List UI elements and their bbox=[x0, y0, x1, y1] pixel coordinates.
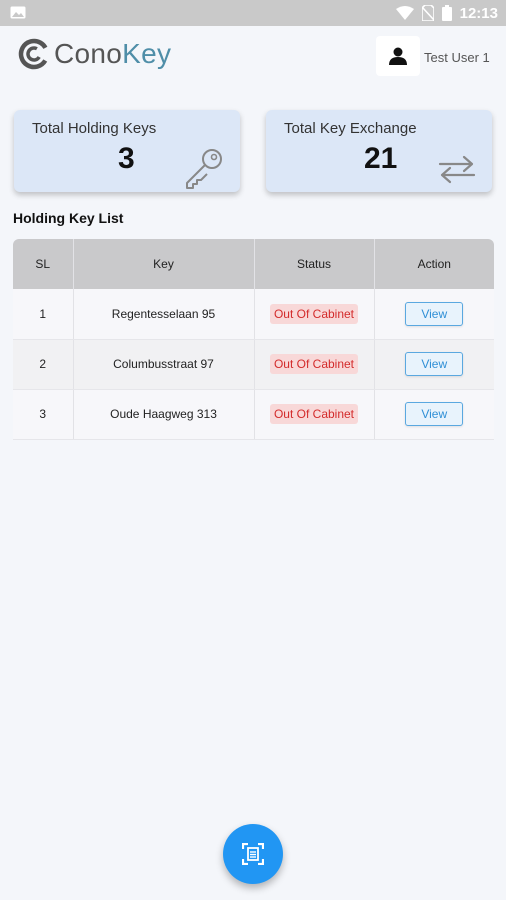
row-status-cell: Out Of Cabinet bbox=[254, 339, 375, 390]
table-header-row: SL Key Status Action bbox=[13, 239, 494, 289]
row-status-cell: Out Of Cabinet bbox=[254, 289, 375, 340]
status-badge: Out Of Cabinet bbox=[269, 303, 359, 324]
status-icons: 12:13 bbox=[395, 4, 498, 22]
holding-key-table: SL Key Status Action 1 Regentesselaan 95… bbox=[13, 239, 494, 440]
logo-text-prefix: Cono bbox=[54, 38, 123, 69]
status-time: 12:13 bbox=[459, 4, 498, 22]
holding-key-list-title: Holding Key List bbox=[13, 210, 124, 226]
card-title: Total Key Exchange bbox=[284, 120, 417, 137]
column-header-action: Action bbox=[374, 239, 494, 289]
app-header: ConoKey Test User 1 bbox=[0, 26, 506, 90]
row-sl: 1 bbox=[13, 289, 74, 340]
conokey-logo-mark-icon bbox=[18, 38, 50, 70]
table-row: 3 Oude Haagweg 313 Out Of Cabinet View bbox=[13, 389, 494, 440]
row-key: Regentesselaan 95 bbox=[73, 289, 255, 340]
row-key: Oude Haagweg 313 bbox=[73, 389, 255, 440]
row-sl: 2 bbox=[13, 339, 74, 390]
row-action-cell: View bbox=[374, 389, 494, 440]
card-title: Total Holding Keys bbox=[32, 120, 157, 137]
logo-text: ConoKey bbox=[54, 38, 171, 70]
card-value: 3 bbox=[118, 142, 135, 175]
view-button[interactable]: View bbox=[405, 402, 464, 426]
user-avatar-button[interactable] bbox=[376, 36, 420, 76]
row-key: Columbusstraat 97 bbox=[73, 339, 255, 390]
battery-icon bbox=[441, 5, 452, 21]
key-icon bbox=[186, 149, 222, 189]
user-name: Test User 1 bbox=[424, 50, 490, 65]
logo-text-suffix: Key bbox=[122, 38, 172, 69]
exchange-arrows-icon bbox=[438, 155, 476, 184]
status-badge: Out Of Cabinet bbox=[269, 354, 359, 374]
wifi-icon bbox=[395, 6, 414, 20]
row-sl: 3 bbox=[13, 389, 74, 440]
view-button[interactable]: View bbox=[405, 301, 464, 326]
row-status-cell: Out Of Cabinet bbox=[254, 389, 375, 440]
scan-document-icon bbox=[242, 843, 264, 865]
user-icon bbox=[389, 47, 407, 65]
image-notification-icon bbox=[10, 6, 26, 19]
column-header-status: Status bbox=[254, 239, 375, 289]
table-row: 1 Regentesselaan 95 Out Of Cabinet View bbox=[13, 289, 494, 340]
row-action-cell: View bbox=[374, 289, 494, 340]
row-action-cell: View bbox=[374, 339, 494, 390]
no-sim-icon bbox=[421, 5, 434, 21]
status-badge: Out Of Cabinet bbox=[269, 404, 359, 424]
column-header-sl: SL bbox=[13, 239, 74, 289]
scan-fab-button[interactable] bbox=[223, 824, 283, 884]
column-header-key: Key bbox=[73, 239, 255, 289]
total-key-exchange-card: Total Key Exchange 21 bbox=[266, 110, 492, 192]
table-row: 2 Columbusstraat 97 Out Of Cabinet View bbox=[13, 339, 494, 390]
view-button[interactable]: View bbox=[405, 352, 464, 376]
total-holding-keys-card: Total Holding Keys 3 bbox=[14, 110, 240, 192]
conokey-logo: ConoKey bbox=[18, 38, 171, 70]
card-value: 21 bbox=[364, 142, 398, 175]
status-bar: 12:13 bbox=[0, 0, 506, 26]
